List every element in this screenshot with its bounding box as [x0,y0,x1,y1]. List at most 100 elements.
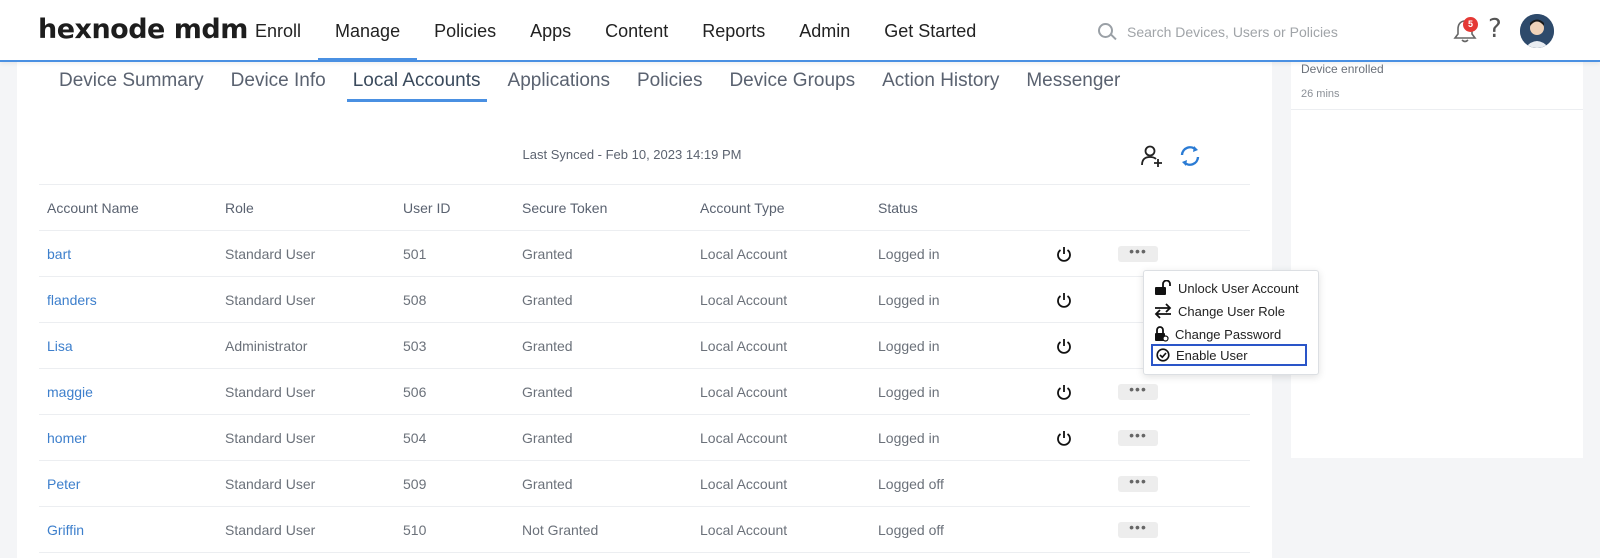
secure-token-cell: Not Granted [514,506,692,553]
table-row: maggie Standard User 506 Granted Local A… [39,368,1250,415]
role-cell: Standard User [217,414,395,461]
hexnode-logo[interactable]: hexnode mdm [38,14,248,45]
power-icon[interactable] [1056,430,1072,446]
account-type-cell: Local Account [692,276,870,323]
unlock-icon [1155,280,1171,295]
notification-badge: 5 [1463,17,1478,32]
nav-admin[interactable]: Admin [782,0,867,60]
menu-item-label: Change User Role [1178,303,1285,319]
power-icon[interactable] [1056,384,1072,400]
more-actions-button[interactable]: ••• [1118,428,1158,447]
table-row: Griffin Standard User 510 Not Granted Lo… [39,506,1250,553]
menu-change-password[interactable]: Change Password [1154,323,1281,345]
secure-token-cell: Granted [514,414,692,461]
more-actions-button[interactable]: ••• [1118,244,1158,263]
menu-item-label: Unlock User Account [1178,280,1299,296]
power-icon[interactable] [1056,338,1072,354]
account-name-link[interactable]: homer [39,414,217,461]
account-name-link[interactable]: maggie [39,368,217,415]
secure-token-cell: Granted [514,322,692,369]
activity-title: Device enrolled [1301,62,1384,76]
activity-time: 26 mins [1301,88,1340,100]
check-circle-icon [1156,348,1170,362]
search-icon [1097,22,1117,42]
power-icon[interactable] [1056,292,1072,308]
nav-apps[interactable]: Apps [513,0,588,60]
last-synced-text: Last Synced - Feb 10, 2023 14:19 PM [522,147,742,162]
tab-device-info[interactable]: Device Info [231,62,326,102]
swap-arrows-icon [1154,303,1172,319]
nav-content[interactable]: Content [588,0,685,60]
top-navbar: hexnode mdm Enroll Manage Policies Apps … [0,0,1600,62]
status-cell: Logged off [870,506,1048,553]
tab-device-groups[interactable]: Device Groups [729,62,855,102]
col-account-name: Account Name [39,184,217,231]
more-actions-button[interactable]: ••• [1118,382,1158,401]
account-type-cell: Local Account [692,368,870,415]
more-actions-button[interactable]: ••• [1118,520,1158,539]
account-type-cell: Local Account [692,414,870,461]
tab-local-accounts[interactable]: Local Accounts [346,62,487,102]
status-cell: Logged in [870,230,1048,277]
user-id-cell: 510 [395,506,514,553]
search-bar [1097,18,1397,46]
more-actions-button[interactable]: ••• [1118,474,1158,493]
nav-reports[interactable]: Reports [685,0,782,60]
nav-manage[interactable]: Manage [318,0,418,61]
secure-token-cell: Granted [514,276,692,323]
account-type-cell: Local Account [692,230,870,277]
table-row: flanders Standard User 508 Granted Local… [39,276,1250,323]
account-name-link[interactable]: flanders [39,276,217,323]
tab-policies[interactable]: Policies [637,62,702,102]
add-user-icon[interactable] [1140,144,1164,168]
account-name-link[interactable]: Peter [39,460,217,507]
account-type-cell: Local Account [692,460,870,507]
role-cell: Standard User [217,460,395,507]
role-cell: Standard User [217,506,395,553]
account-name-link[interactable]: bart [39,230,217,277]
tab-action-history[interactable]: Action History [882,62,999,102]
avatar-icon [1520,14,1554,48]
help-icon[interactable]: ? [1488,14,1502,44]
status-cell: Logged in [870,368,1048,415]
search-input[interactable] [1127,24,1397,40]
refresh-icon[interactable] [1178,144,1202,168]
table-row: Lisa Administrator 503 Granted Local Acc… [39,322,1250,369]
menu-change-user-role[interactable]: Change User Role [1154,300,1285,322]
user-id-cell: 506 [395,368,514,415]
account-type-cell: Local Account [692,506,870,553]
user-actions-menu: Unlock User Account Change User Role Cha… [1143,270,1319,375]
table-row: homer Standard User 504 Granted Local Ac… [39,414,1250,461]
nav-policies[interactable]: Policies [417,0,513,60]
status-cell: Logged in [870,322,1048,369]
tab-device-summary[interactable]: Device Summary [59,62,204,102]
nav-enroll[interactable]: Enroll [238,0,318,60]
user-id-cell: 508 [395,276,514,323]
menu-item-label: Change Password [1175,326,1282,342]
col-status: Status [870,184,1048,231]
local-accounts-table: Account Name Role User ID Secure Token A… [39,184,1250,553]
table-row: bart Standard User 501 Granted Local Acc… [39,230,1250,277]
role-cell: Standard User [217,230,395,277]
nav-get-started[interactable]: Get Started [867,0,993,60]
account-type-cell: Local Account [692,322,870,369]
tab-applications[interactable]: Applications [508,62,610,102]
lock-icon [1155,326,1169,342]
col-actions [1110,184,1250,231]
table-header-row: Account Name Role User ID Secure Token A… [39,184,1250,231]
user-id-cell: 509 [395,460,514,507]
user-id-cell: 503 [395,322,514,369]
device-subtabs: Device Summary Device Info Local Account… [59,62,1147,102]
col-account-type: Account Type [692,184,870,231]
power-icon[interactable] [1056,246,1072,262]
menu-enable-user[interactable]: Enable User [1151,344,1307,366]
menu-unlock-user-account[interactable]: Unlock User Account [1154,277,1299,299]
account-name-link[interactable]: Griffin [39,506,217,553]
col-secure-token: Secure Token [514,184,692,231]
col-power [1048,184,1110,231]
account-name-link[interactable]: Lisa [39,322,217,369]
avatar[interactable] [1520,14,1554,48]
tab-messenger[interactable]: Messenger [1026,62,1120,102]
secure-token-cell: Granted [514,460,692,507]
role-cell: Administrator [217,322,395,369]
